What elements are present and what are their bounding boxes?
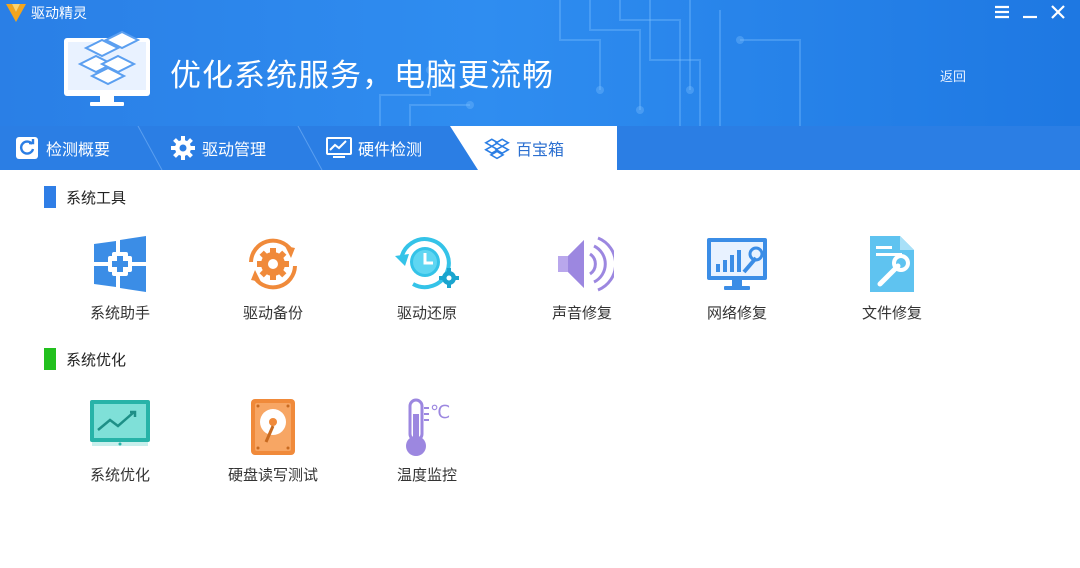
clock-restore-icon [395, 237, 459, 290]
tool-label: 温度监控 [396, 466, 457, 484]
tool-label: 系统助手 [89, 304, 150, 322]
menu-icon[interactable] [988, 0, 1016, 24]
gear-icon [171, 136, 195, 160]
gear-backup-icon [249, 238, 297, 290]
tool-label: 硬盘读写测试 [227, 466, 318, 484]
tool-label: 文件修复 [861, 304, 922, 322]
tool-label: 驱动还原 [396, 304, 457, 322]
tab-bar: 检测概要 驱动管理 硬件检测 百宝箱 [0, 126, 1080, 170]
tab-label: 驱动管理 [202, 140, 267, 159]
tool-temperature-monitor[interactable]: ℃ 温度监控 [357, 396, 497, 496]
file-wrench-icon [870, 236, 914, 292]
tab-label: 检测概要 [46, 140, 111, 159]
section-system-tools-header: 系统工具 [44, 186, 126, 208]
tool-sound-repair[interactable]: 声音修复 [512, 232, 652, 332]
section-accent-bar [44, 186, 56, 208]
tab-toolbox[interactable]: 百宝箱 [484, 126, 564, 170]
tool-label: 驱动备份 [242, 304, 303, 322]
tab-label: 硬件检测 [358, 140, 423, 159]
tool-label: 声音修复 [551, 304, 612, 322]
section-title: 系统工具 [66, 188, 127, 207]
thermometer-icon: ℃ [406, 398, 450, 456]
tool-network-repair[interactable]: 网络修复 [667, 232, 807, 332]
tool-disk-rw-test[interactable]: 硬盘读写测试 [203, 396, 343, 496]
refresh-icon [16, 137, 38, 159]
speaker-icon [558, 236, 614, 292]
window-controls [988, 0, 1072, 24]
tool-file-repair[interactable]: 文件修复 [822, 232, 962, 332]
back-link[interactable]: 返回 [940, 66, 966, 85]
hard-disk-icon [251, 399, 295, 455]
tool-label: 网络修复 [706, 304, 767, 322]
tab-driver-management[interactable]: 驱动管理 [170, 126, 266, 170]
section-title: 系统优化 [66, 350, 127, 369]
tab-hardware-detection[interactable]: 硬件检测 [326, 126, 422, 170]
close-icon[interactable] [1044, 0, 1072, 24]
tool-system-optimize[interactable]: 系统优化 [50, 396, 190, 496]
monitor-chart-icon [326, 137, 352, 158]
minimize-icon[interactable] [1016, 0, 1044, 24]
app-logo-icon [6, 4, 26, 22]
toolbox-icon [484, 138, 510, 160]
header-banner: 驱动精灵 优化系统服务，电脑更流畅 返回 [0, 0, 1080, 126]
monitor-trend-icon [90, 400, 150, 446]
section-accent-bar [44, 348, 56, 370]
toolbox-monitor-icon [64, 30, 150, 106]
tool-driver-backup[interactable]: 驱动备份 [203, 232, 343, 332]
windows-plus-icon [94, 236, 146, 292]
tool-driver-restore[interactable]: 驱动还原 [357, 232, 497, 332]
header-slogan: 优化系统服务，电脑更流畅 [170, 58, 554, 94]
tool-label: 系统优化 [89, 466, 150, 484]
section-system-optimize-header: 系统优化 [44, 348, 126, 370]
tab-detection-summary[interactable]: 检测概要 [14, 126, 110, 170]
tab-label: 百宝箱 [516, 140, 565, 159]
tool-system-assistant[interactable]: 系统助手 [50, 232, 190, 332]
network-wrench-icon [707, 238, 767, 290]
app-name: 驱动精灵 [31, 6, 87, 22]
unit-text: ℃ [430, 402, 450, 423]
